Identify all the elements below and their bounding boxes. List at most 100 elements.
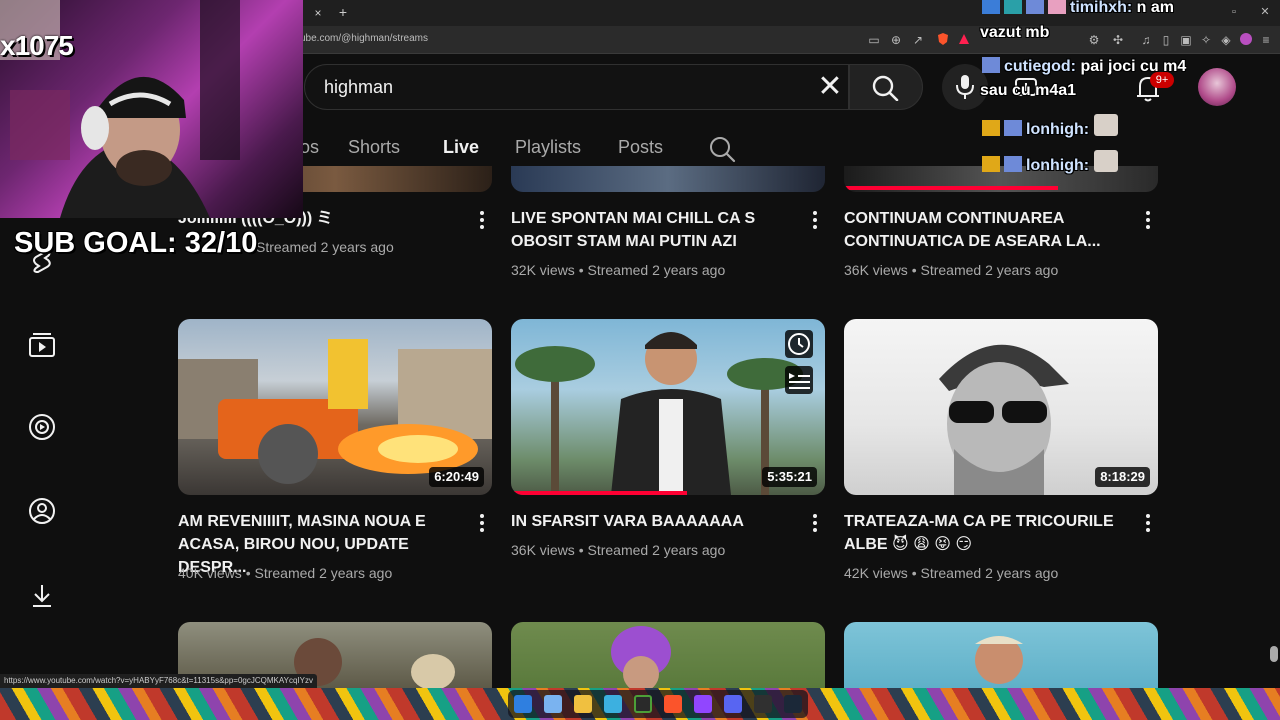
discord-icon[interactable] xyxy=(724,695,742,713)
duration-badge: 5:35:21 xyxy=(762,467,817,487)
video-meta: 40K views • Streamed 2 years ago xyxy=(178,565,393,581)
zoom-icon[interactable]: ⊕ xyxy=(888,32,904,48)
crown-badge-icon xyxy=(982,156,1000,172)
menu-icon[interactable]: ≡ xyxy=(1258,32,1274,48)
store-icon[interactable] xyxy=(604,695,622,713)
task-view-icon[interactable] xyxy=(544,695,562,713)
video-thumbnail[interactable]: 5:35:21 xyxy=(511,319,825,495)
more-options-icon[interactable] xyxy=(472,511,492,535)
search-icon xyxy=(872,75,899,101)
channel-search-icon[interactable] xyxy=(708,135,736,163)
watch-later-button[interactable] xyxy=(785,330,813,358)
video-thumbnail[interactable] xyxy=(511,622,825,692)
badge-icon xyxy=(1004,120,1022,136)
badge-icon xyxy=(982,57,1000,73)
video-thumbnail[interactable]: 6:20:49 xyxy=(178,319,492,495)
tab-shorts[interactable]: Shorts xyxy=(348,137,400,158)
profile-icon[interactable] xyxy=(1238,32,1254,48)
chat-text: sau cu m4a1 xyxy=(980,82,1077,99)
cast-icon[interactable]: ▭ xyxy=(866,32,882,48)
tab-close-button[interactable]: × xyxy=(309,4,327,22)
maximize-icon[interactable]: ▫ xyxy=(1227,5,1241,19)
chat-message: vazut mb xyxy=(980,24,1049,42)
media-icon[interactable]: ♫ xyxy=(1138,32,1154,48)
more-options-icon[interactable] xyxy=(805,208,825,232)
video-meta: 32K views • Streamed 2 years ago xyxy=(511,262,726,278)
sidebar-icon[interactable]: ▯ xyxy=(1158,32,1174,48)
chat-text: vazut mb xyxy=(980,24,1050,41)
video-meta: Streamed 2 years ago xyxy=(256,239,394,255)
badge-icon xyxy=(1004,156,1022,172)
share-icon[interactable]: ↗ xyxy=(910,32,926,48)
puzzle-icon[interactable]: ✣ xyxy=(1110,32,1126,48)
tab-playlists[interactable]: Playlists xyxy=(515,137,581,158)
streamer-webcam: x1075 xyxy=(0,0,303,218)
brave-shield-icon[interactable] xyxy=(935,32,951,48)
sub-goal-text: SUB GOAL: 32/10 xyxy=(14,227,258,259)
url-text[interactable]: ube.com/@highman/streams xyxy=(300,33,428,44)
search-button[interactable] xyxy=(849,64,923,110)
new-tab-button[interactable]: + xyxy=(334,3,352,21)
subscriptions-icon[interactable] xyxy=(28,330,56,358)
explorer-icon[interactable] xyxy=(574,695,592,713)
chat-message: lonhigh: xyxy=(982,150,1122,175)
search-input[interactable]: highman xyxy=(324,77,393,98)
watch-progress-bar xyxy=(511,491,687,495)
video-thumbnail[interactable]: 8:18:29 xyxy=(844,319,1158,495)
chat-username: timihxh: xyxy=(1070,0,1133,16)
brave-icon[interactable] xyxy=(664,695,682,713)
video-title[interactable]: CONTINUAM CONTINUAREA CONTINUATICA DE AS… xyxy=(844,207,1134,253)
tab-posts[interactable]: Posts xyxy=(618,137,663,158)
video-title[interactable]: TRATEAZA-MA CA PE TRICOURILE ALBE 😈 😩 😝 … xyxy=(844,510,1134,556)
account-avatar[interactable] xyxy=(1198,68,1236,106)
crown-badge-icon xyxy=(982,120,1000,136)
cat-emote-icon xyxy=(1093,150,1118,172)
thumbnail-image xyxy=(611,626,671,692)
youtube-music-icon[interactable] xyxy=(28,413,56,441)
mic-icon xyxy=(956,75,974,99)
rewards-icon[interactable] xyxy=(956,32,972,48)
leo-icon[interactable]: ✧ xyxy=(1198,32,1214,48)
video-thumbnail[interactable] xyxy=(511,166,825,192)
chat-username: lonhigh: xyxy=(1026,121,1090,138)
chat-message: cutiegod: pai joci cu m4 xyxy=(982,57,1186,76)
steam-icon[interactable] xyxy=(784,695,802,713)
thumbnail-image xyxy=(975,636,1023,684)
more-options-icon[interactable] xyxy=(472,208,492,232)
you-icon[interactable] xyxy=(28,497,56,525)
more-options-icon[interactable] xyxy=(805,511,825,535)
video-title[interactable]: LIVE SPONTAN MAI CHILL CA S OBOSIT STAM … xyxy=(511,207,801,253)
chat-username: lonhigh: xyxy=(1026,157,1090,174)
chat-text: n am xyxy=(1136,0,1175,16)
chat-message: lonhigh: xyxy=(982,114,1122,139)
more-options-icon[interactable] xyxy=(1138,511,1158,535)
badge-icon xyxy=(1004,0,1022,14)
extensions-icon[interactable]: ⚙ xyxy=(1086,32,1102,48)
spotify-icon[interactable] xyxy=(634,695,652,713)
cat-emote-icon xyxy=(1093,114,1118,136)
video-title[interactable]: IN SFARSIT VARA BAAAAAAA xyxy=(511,510,801,533)
obs-icon[interactable] xyxy=(754,695,772,713)
duration-badge: 6:20:49 xyxy=(429,467,484,487)
wallet-icon[interactable]: ▣ xyxy=(1178,32,1194,48)
add-to-queue-button[interactable] xyxy=(785,366,813,394)
start-icon[interactable] xyxy=(514,695,532,713)
video-thumbnail[interactable] xyxy=(844,622,1158,688)
downloads-icon[interactable] xyxy=(28,582,56,610)
twitch-icon[interactable] xyxy=(694,695,712,713)
badge-icon xyxy=(1026,0,1044,14)
cam-counter-text: x1075 xyxy=(0,30,74,61)
close-window-icon[interactable]: ✕ xyxy=(1258,5,1272,19)
clear-search-button[interactable]: ✕ xyxy=(812,70,848,104)
watch-progress-bar xyxy=(844,186,1058,190)
video-meta: 42K views • Streamed 2 years ago xyxy=(844,565,1059,581)
video-meta: 36K views • Streamed 2 years ago xyxy=(511,542,726,558)
clock-icon xyxy=(788,333,810,355)
chat-username: cutiegod: xyxy=(1004,58,1076,75)
vpn-icon[interactable]: ◈ xyxy=(1218,32,1234,48)
chat-text: pai joci cu m4 xyxy=(1080,58,1187,75)
more-options-icon[interactable] xyxy=(1138,208,1158,232)
badge-icon xyxy=(982,0,1000,14)
tab-live[interactable]: Live xyxy=(443,137,479,158)
scrollbar-thumb[interactable] xyxy=(1270,646,1278,662)
